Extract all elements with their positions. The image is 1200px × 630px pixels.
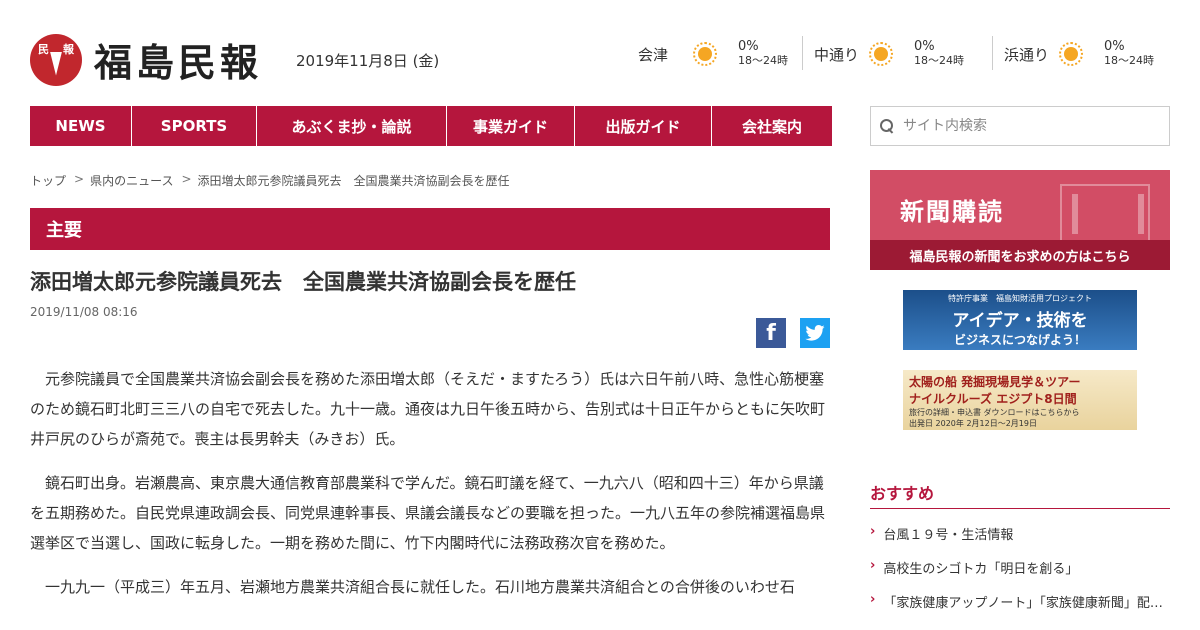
weather-region: 中通り	[814, 45, 860, 64]
weather-hamadori: 浜通り 0% 18～24時	[1004, 36, 1154, 72]
nav-company-info[interactable]: 会社案内	[712, 106, 832, 146]
site-name: 福島民報	[94, 40, 263, 85]
nav-news[interactable]: NEWS	[30, 106, 132, 146]
site-search[interactable]	[870, 106, 1170, 146]
subscribe-link[interactable]: 福島民報の新聞をお求めの方はこちら	[870, 240, 1170, 270]
breadcrumb: トップ > 県内のニュース > 添田増太郎元参院議員死去 全国農業共済協副会長を…	[30, 172, 510, 189]
nav-publishing-guide[interactable]: 出版ガイド	[575, 106, 712, 146]
precip-chance: 0%	[1104, 39, 1125, 55]
article-body: 元参院議員で全国農業共済協会副会長を務めた添田増太郎（そえだ・ますたろう）氏は六…	[30, 364, 830, 616]
twitter-share-button[interactable]	[800, 318, 830, 348]
recommend-item[interactable]: › 台風１９号・生活情報	[870, 524, 1170, 558]
logo-badge-char-left: 民	[38, 42, 49, 56]
ad-headline: アイデア・技術を	[952, 311, 1088, 331]
subscribe-title: 新聞購読	[900, 198, 1004, 226]
ad-caption: 特許庁事業 福島知財活用プロジェクト	[948, 294, 1092, 303]
forecast-time: 18～24時	[738, 54, 788, 68]
chevron-right-icon: ›	[870, 592, 876, 607]
precip-chance: 0%	[914, 39, 935, 55]
precip-chance: 0%	[738, 39, 759, 55]
recommend-item[interactable]: › 高校生のシゴトカ「明日を創る」	[870, 558, 1170, 592]
ad-subline: ナイルクルーズ エジプト8日間	[909, 392, 1077, 406]
ad-dates: 出発日 2020年 2月12日～2月19日	[909, 419, 1037, 428]
breadcrumb-category[interactable]: 県内のニュース	[90, 172, 173, 189]
nav-sports[interactable]: SPORTS	[132, 106, 257, 146]
idea-tech-ad-banner[interactable]: 特許庁事業 福島知財活用プロジェクト アイデア・技術を ビジネスにつなげよう！	[903, 290, 1137, 350]
chevron-right-icon: ›	[870, 524, 876, 539]
weather-region: 浜通り	[1004, 45, 1050, 64]
recommend-item-label[interactable]: 高校生のシゴトカ「明日を創る」	[883, 558, 1165, 577]
sun-icon	[692, 41, 718, 67]
breadcrumb-separator: >	[74, 172, 85, 186]
weather-aizu: 会津 0% 18～24時	[638, 36, 788, 72]
current-date: 2019年11月8日 (金)	[296, 52, 440, 70]
breadcrumb-current: 添田増太郎元参院議員死去 全国農業共済協副会長を歴任	[197, 174, 510, 188]
forecast-time: 18～24時	[914, 54, 964, 68]
ad-subline: ビジネスにつなげよう！	[953, 333, 1086, 347]
recommend-item[interactable]: › 「家族健康アップノート」「家族健康新聞」配…	[870, 592, 1170, 626]
nav-business-guide[interactable]: 事業ガイド	[447, 106, 575, 146]
nav-abukumasho[interactable]: あぶくま抄・論説	[257, 106, 447, 146]
article-title: 添田増太郎元参院議員死去 全国農業共済協副会長を歴任	[30, 270, 576, 294]
recommend-item-label[interactable]: 台風１９号・生活情報	[883, 524, 1165, 543]
search-icon[interactable]	[879, 118, 895, 134]
weather-divider	[802, 36, 803, 70]
ad-caption: 旅行の詳細・申込書 ダウンロードはこちらから	[909, 408, 1080, 417]
search-input[interactable]	[903, 118, 1153, 134]
chevron-right-icon: ›	[870, 558, 876, 573]
weather-nakadori: 中通り 0% 18～24時	[814, 36, 964, 72]
recommend-title: おすすめ	[870, 484, 935, 503]
article-paragraph: 元参院議員で全国農業共済協会副会長を務めた添田増太郎（そえだ・ますたろう）氏は六…	[30, 370, 826, 448]
divider	[870, 508, 1170, 509]
section-heading: 主要	[30, 208, 830, 250]
article-timestamp: 2019/11/08 08:16	[30, 305, 138, 319]
article-paragraph: 鏡石町出身。岩瀬農高、東京農大通信教育部農業科で学んだ。鏡石町議を経て、一九六八…	[30, 474, 826, 552]
site-logo[interactable]: 民 報 福島民報	[30, 32, 262, 87]
subscribe-banner[interactable]: 新聞購読 福島民報の新聞をお求めの方はこちら	[870, 170, 1170, 270]
egypt-tour-ad-banner[interactable]: 太陽の船 発掘現場見学＆ツアー ナイルクルーズ エジプト8日間 旅行の詳細・申込…	[903, 370, 1137, 430]
building-icon	[1060, 184, 1150, 244]
breadcrumb-home[interactable]: トップ	[30, 172, 66, 189]
breadcrumb-separator: >	[181, 172, 192, 186]
main-nav: NEWS SPORTS あぶくま抄・論説 事業ガイド 出版ガイド 会社案内	[30, 106, 832, 146]
forecast-time: 18～24時	[1104, 54, 1154, 68]
article-paragraph: 一九九一（平成三）年五月、岩瀬地方農業共済組合長に就任した。石川地方農業共済組合…	[45, 578, 795, 596]
logo-badge-icon: 民 報	[30, 33, 82, 86]
recommend-list: › 台風１９号・生活情報 › 高校生のシゴトカ「明日を創る」 › 「家族健康アップノー…	[870, 524, 1170, 626]
ad-headline: 太陽の船 発掘現場見学＆ツアー	[909, 375, 1081, 389]
sun-icon	[1058, 41, 1084, 67]
twitter-icon	[805, 325, 825, 341]
weather-region: 会津	[638, 45, 669, 64]
logo-badge-char-right: 報	[63, 42, 74, 56]
pen-nib-icon	[50, 51, 62, 76]
sun-icon	[868, 41, 894, 67]
recommend-item-label[interactable]: 「家族健康アップノート」「家族健康新聞」配…	[883, 592, 1165, 611]
facebook-share-button[interactable]: f	[756, 318, 786, 348]
weather-divider	[992, 36, 993, 70]
